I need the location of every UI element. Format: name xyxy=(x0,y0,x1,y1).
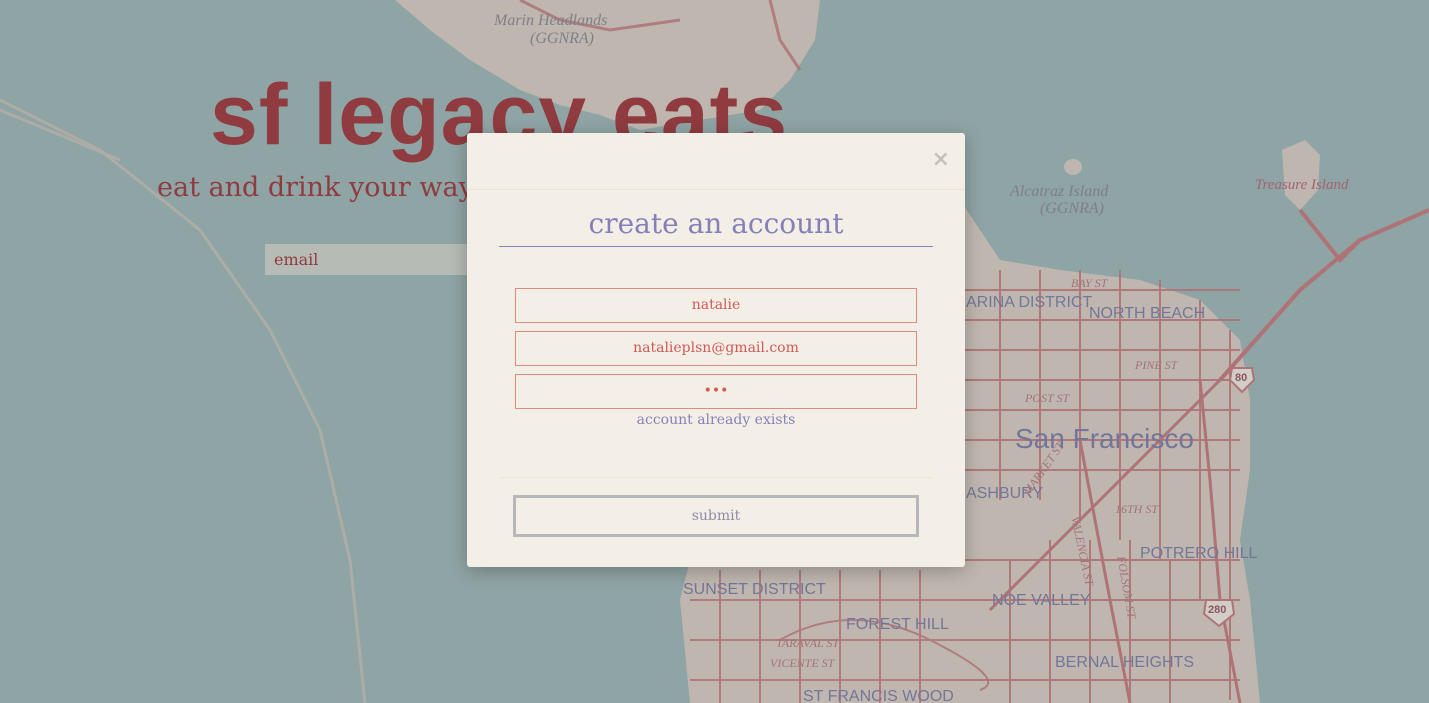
username-field[interactable]: natalie xyxy=(515,288,917,323)
error-message: account already exists xyxy=(636,412,796,428)
modal-title: create an account xyxy=(499,204,933,247)
password-field[interactable]: ••• xyxy=(515,374,917,409)
site-tagline: eat and drink your way xyxy=(157,172,474,203)
submit-button[interactable]: submit xyxy=(513,495,919,537)
modal-header: × xyxy=(467,133,965,190)
modal-footer-divider xyxy=(499,477,933,478)
email-field[interactable]: natalieplsn@gmail.com xyxy=(515,331,917,366)
close-icon[interactable]: × xyxy=(932,149,950,171)
create-account-modal: × create an account natalie natalieplsn@… xyxy=(467,133,965,567)
